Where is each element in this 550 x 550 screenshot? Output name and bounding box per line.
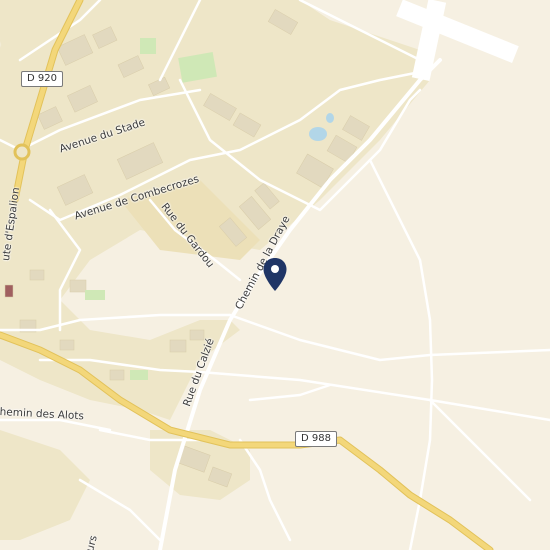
road-shield-d988: D 988 bbox=[295, 431, 337, 447]
location-pin-icon[interactable] bbox=[262, 257, 288, 293]
map-canvas[interactable]: Avenue du Stade Avenue de Combecrozes Ru… bbox=[0, 0, 550, 550]
road-shield-d920: D 920 bbox=[21, 71, 63, 87]
